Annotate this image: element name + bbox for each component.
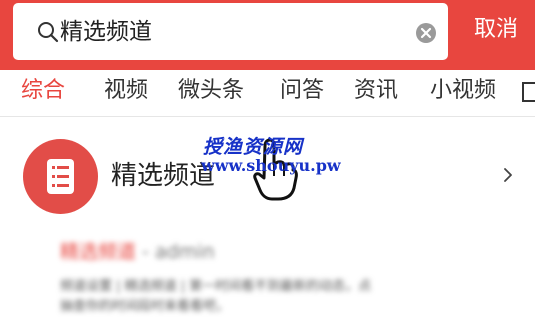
article-title: 精选频道 - admin xyxy=(60,240,215,264)
article-snippet-line: 频道设置 | 精选频道 | 第一时间看不到最新的动态，点 xyxy=(60,279,372,294)
search-input[interactable]: 精选频道 xyxy=(13,3,448,60)
channel-avatar xyxy=(23,139,98,214)
clear-icon[interactable] xyxy=(416,23,436,43)
list-icon xyxy=(47,159,74,194)
article-title-separator: - xyxy=(136,241,155,263)
article-snippet: 频道设置 | 精选频道 | 第一时间看不到最新的动态，点 抽查你的时间段时来看看… xyxy=(60,277,530,317)
watermark-text: 授渔资源网 xyxy=(203,136,304,158)
chevron-right-icon xyxy=(504,168,512,182)
search-query: 精选频道 xyxy=(60,19,152,45)
search-header: 精选频道 取消 xyxy=(0,0,535,70)
cancel-button[interactable]: 取消 xyxy=(474,15,518,45)
tab-comprehensive[interactable]: 综合 xyxy=(21,76,65,106)
article-author: admin xyxy=(154,241,215,263)
channel-title: 精选频道 xyxy=(111,161,216,191)
tab-news[interactable]: 资讯 xyxy=(354,76,398,106)
tab-qa[interactable]: 问答 xyxy=(280,76,324,106)
article-title-highlight: 精选频道 xyxy=(60,241,137,263)
article-snippet-line: 抽查你的时间段时来看看吧， xyxy=(60,299,230,314)
tab-short-video[interactable]: 小视频 xyxy=(430,76,496,106)
tab-overflow[interactable] xyxy=(522,82,535,102)
search-icon xyxy=(38,22,59,43)
article-result[interactable]: 精选频道 - admin 频道设置 | 精选频道 | 第一时间看不到最新的动态，… xyxy=(0,230,535,317)
category-tabs: 综合 视频 微头条 问答 资讯 小视频 xyxy=(0,70,535,116)
tab-micro-headline[interactable]: 微头条 xyxy=(178,76,244,106)
watermark-url: www.shouyu.pw xyxy=(201,156,341,175)
tab-video[interactable]: 视频 xyxy=(104,76,148,106)
